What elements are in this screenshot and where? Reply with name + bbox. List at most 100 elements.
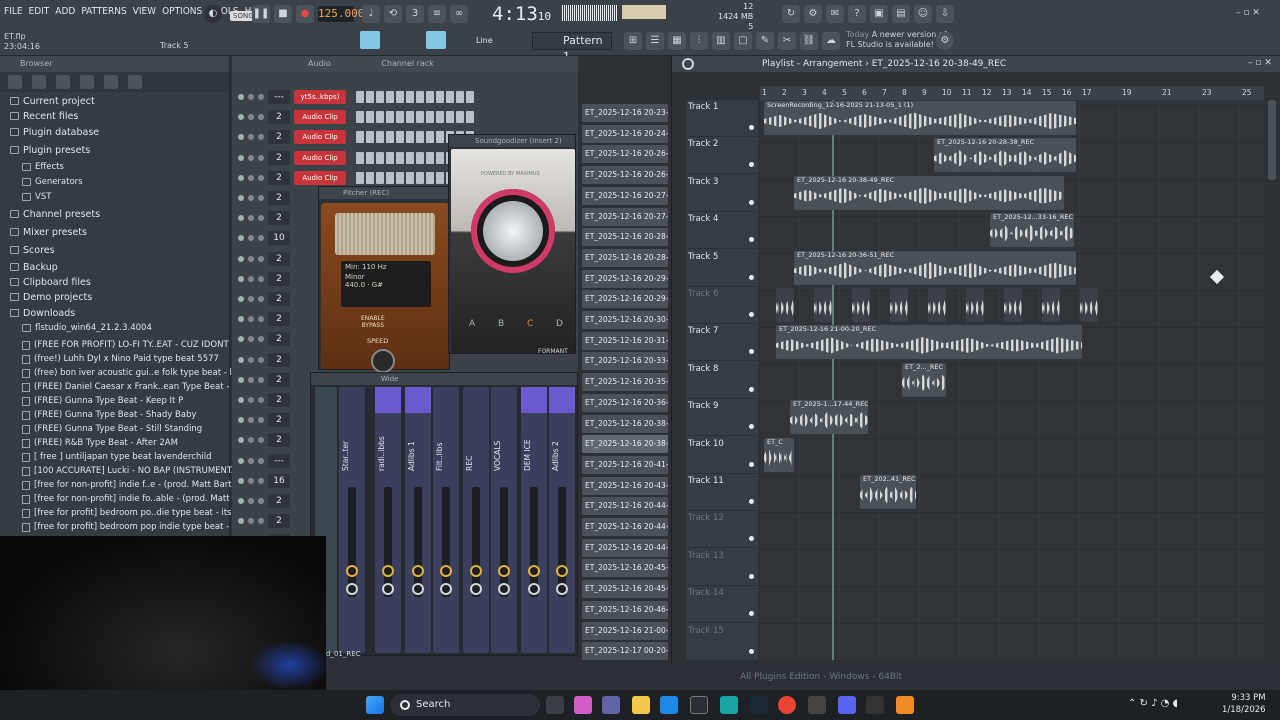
- channel-mixer-track[interactable]: 2: [268, 433, 290, 448]
- strip-fader[interactable]: [530, 487, 538, 597]
- strip-fader[interactable]: [348, 487, 356, 597]
- playlist-icon[interactable]: ☰: [646, 32, 664, 50]
- channel-mixer-track[interactable]: 2: [268, 292, 290, 306]
- mixer-strip[interactable]: Adlibs 2: [549, 387, 575, 653]
- channel-led-icon[interactable]: [238, 437, 244, 444]
- track-mute-icon[interactable]: [749, 199, 754, 205]
- channel-pan-icon[interactable]: [248, 477, 254, 484]
- step-button[interactable]: [356, 171, 364, 184]
- stop-button[interactable]: ■: [274, 5, 292, 23]
- channel-rack-window-icon[interactable]: ▥: [712, 32, 730, 50]
- channel-row[interactable]: --- yt5s..kbps): [238, 88, 578, 106]
- channel-mixer-track[interactable]: 10: [268, 231, 290, 246]
- channel-led-icon[interactable]: [238, 316, 244, 323]
- menu-patterns[interactable]: PATTERNS: [81, 6, 126, 17]
- channel-led-icon[interactable]: [238, 174, 244, 181]
- browser-folder[interactable]: flstudio_win64_21.2.3.4004: [22, 321, 152, 335]
- strip-fader[interactable]: [472, 487, 480, 597]
- step-button[interactable]: [356, 111, 364, 124]
- track-header[interactable]: Track 11: [688, 474, 758, 511]
- track-mute-icon[interactable]: [749, 349, 754, 355]
- pattern-item[interactable]: ET_2025-12-16 20-33-1..: [582, 352, 668, 371]
- channel-pan-icon[interactable]: [248, 417, 254, 424]
- step-button[interactable]: [376, 171, 384, 184]
- step-button[interactable]: [356, 91, 364, 103]
- pitcher-enable-bypass[interactable]: ENABLE BYPASS: [361, 315, 385, 329]
- channel-led-icon[interactable]: [238, 114, 244, 121]
- audio-clip[interactable]: ET_C: [764, 437, 794, 472]
- track-header[interactable]: Track 12: [688, 511, 758, 549]
- channel-led-icon[interactable]: [238, 275, 244, 282]
- track-header[interactable]: Track 2: [688, 137, 758, 175]
- channel-mixer-track[interactable]: ---: [268, 90, 290, 104]
- chrome-icon[interactable]: [778, 696, 796, 714]
- step-button[interactable]: [386, 131, 394, 144]
- track-header[interactable]: Track 4: [688, 212, 758, 250]
- channel-mixer-track[interactable]: 2: [268, 393, 290, 407]
- track-mute-icon[interactable]: [749, 424, 754, 430]
- track-header[interactable]: Track 7: [688, 324, 758, 362]
- step-button[interactable]: [416, 131, 424, 144]
- browser-back-icon[interactable]: [8, 75, 22, 89]
- step-button[interactable]: [366, 111, 374, 124]
- channel-pan-icon[interactable]: [248, 518, 254, 525]
- pattern-item[interactable]: ET_2025-12-16 20-46-5..: [582, 600, 668, 619]
- strip-pan-knob[interactable]: [440, 583, 452, 595]
- pitcher-key[interactable]: G#: [372, 281, 383, 289]
- step-button[interactable]: [406, 111, 414, 124]
- mixer-strip[interactable]: VOCALS: [491, 387, 517, 653]
- step-sequencer-icon[interactable]: ▦: [668, 32, 686, 50]
- pattern-clip[interactable]: [1042, 288, 1060, 322]
- windows-start-icon[interactable]: [366, 696, 384, 714]
- draw-mode-icon[interactable]: [426, 31, 446, 49]
- strip-pan-knob[interactable]: [412, 583, 424, 595]
- pause-button[interactable]: ❚❚: [252, 5, 270, 23]
- channel-vol-icon[interactable]: [258, 457, 264, 464]
- channel-pan-icon[interactable]: [248, 94, 254, 100]
- browser-folder[interactable]: Current project: [10, 94, 95, 108]
- pattern-item[interactable]: ET_2025-12-16 20-23-5..: [582, 104, 668, 122]
- channel-led-icon[interactable]: [238, 296, 244, 302]
- channel-vol-icon[interactable]: [258, 477, 264, 484]
- track-header[interactable]: Track 9: [688, 399, 758, 437]
- fl-studio-icon[interactable]: [896, 696, 914, 714]
- channel-led-icon[interactable]: [238, 215, 244, 222]
- mode-b-button[interactable]: B: [498, 319, 504, 329]
- track-header[interactable]: Track 5: [688, 250, 758, 287]
- browser-folder[interactable]: Demo projects: [10, 290, 92, 304]
- pattern-item[interactable]: ET_2025-12-16 20-38-4..: [582, 414, 668, 433]
- menu-options[interactable]: OPTIONS: [162, 6, 202, 17]
- step-button[interactable]: [446, 111, 454, 124]
- channel-pan-icon[interactable]: [248, 235, 254, 242]
- channel-name-button[interactable]: Audio Clip: [294, 110, 346, 125]
- refresh-icon[interactable]: ↻: [782, 5, 800, 23]
- pattern-item[interactable]: ET_2025-12-16 20-44-0..: [582, 497, 668, 516]
- step-button[interactable]: [396, 131, 404, 144]
- track-mute-icon[interactable]: [749, 237, 754, 243]
- strip-pan-knob[interactable]: [528, 583, 540, 595]
- browser-file[interactable]: [free for profit] bedroom pop indie type…: [22, 520, 266, 534]
- piano-roll-icon[interactable]: [360, 31, 380, 49]
- mixer-strip[interactable]: REC: [463, 387, 489, 653]
- mixer-strip[interactable]: Star..ter: [339, 387, 365, 653]
- channel-pan-icon[interactable]: [248, 215, 254, 222]
- strip-pan-knob[interactable]: [498, 583, 510, 595]
- playlist-window-controls[interactable]: – ▫ ✕: [1248, 58, 1272, 68]
- strip-send-knob[interactable]: [498, 565, 510, 577]
- channel-pan-icon[interactable]: [248, 275, 254, 282]
- step-button[interactable]: [466, 91, 474, 103]
- step-button[interactable]: [396, 91, 404, 103]
- channel-led-icon[interactable]: [238, 417, 244, 424]
- browser-folder[interactable]: Generators: [22, 175, 83, 189]
- plugin-icon[interactable]: ▤: [892, 5, 910, 23]
- channel-name-button[interactable]: yt5s..kbps): [294, 90, 346, 104]
- track-header[interactable]: Track 1: [688, 100, 758, 137]
- channel-led-icon[interactable]: [238, 457, 244, 464]
- plugin-picker-icon[interactable]: ✎: [756, 32, 774, 50]
- teams-icon[interactable]: [602, 696, 620, 714]
- browser-folder[interactable]: Plugin presets: [10, 143, 90, 157]
- browser-folder[interactable]: Mixer presets: [10, 225, 87, 239]
- browser-plugin-icon[interactable]: [80, 75, 94, 89]
- tempo-wheel-icon[interactable]: ◐: [204, 5, 222, 23]
- discord-icon[interactable]: [838, 696, 856, 714]
